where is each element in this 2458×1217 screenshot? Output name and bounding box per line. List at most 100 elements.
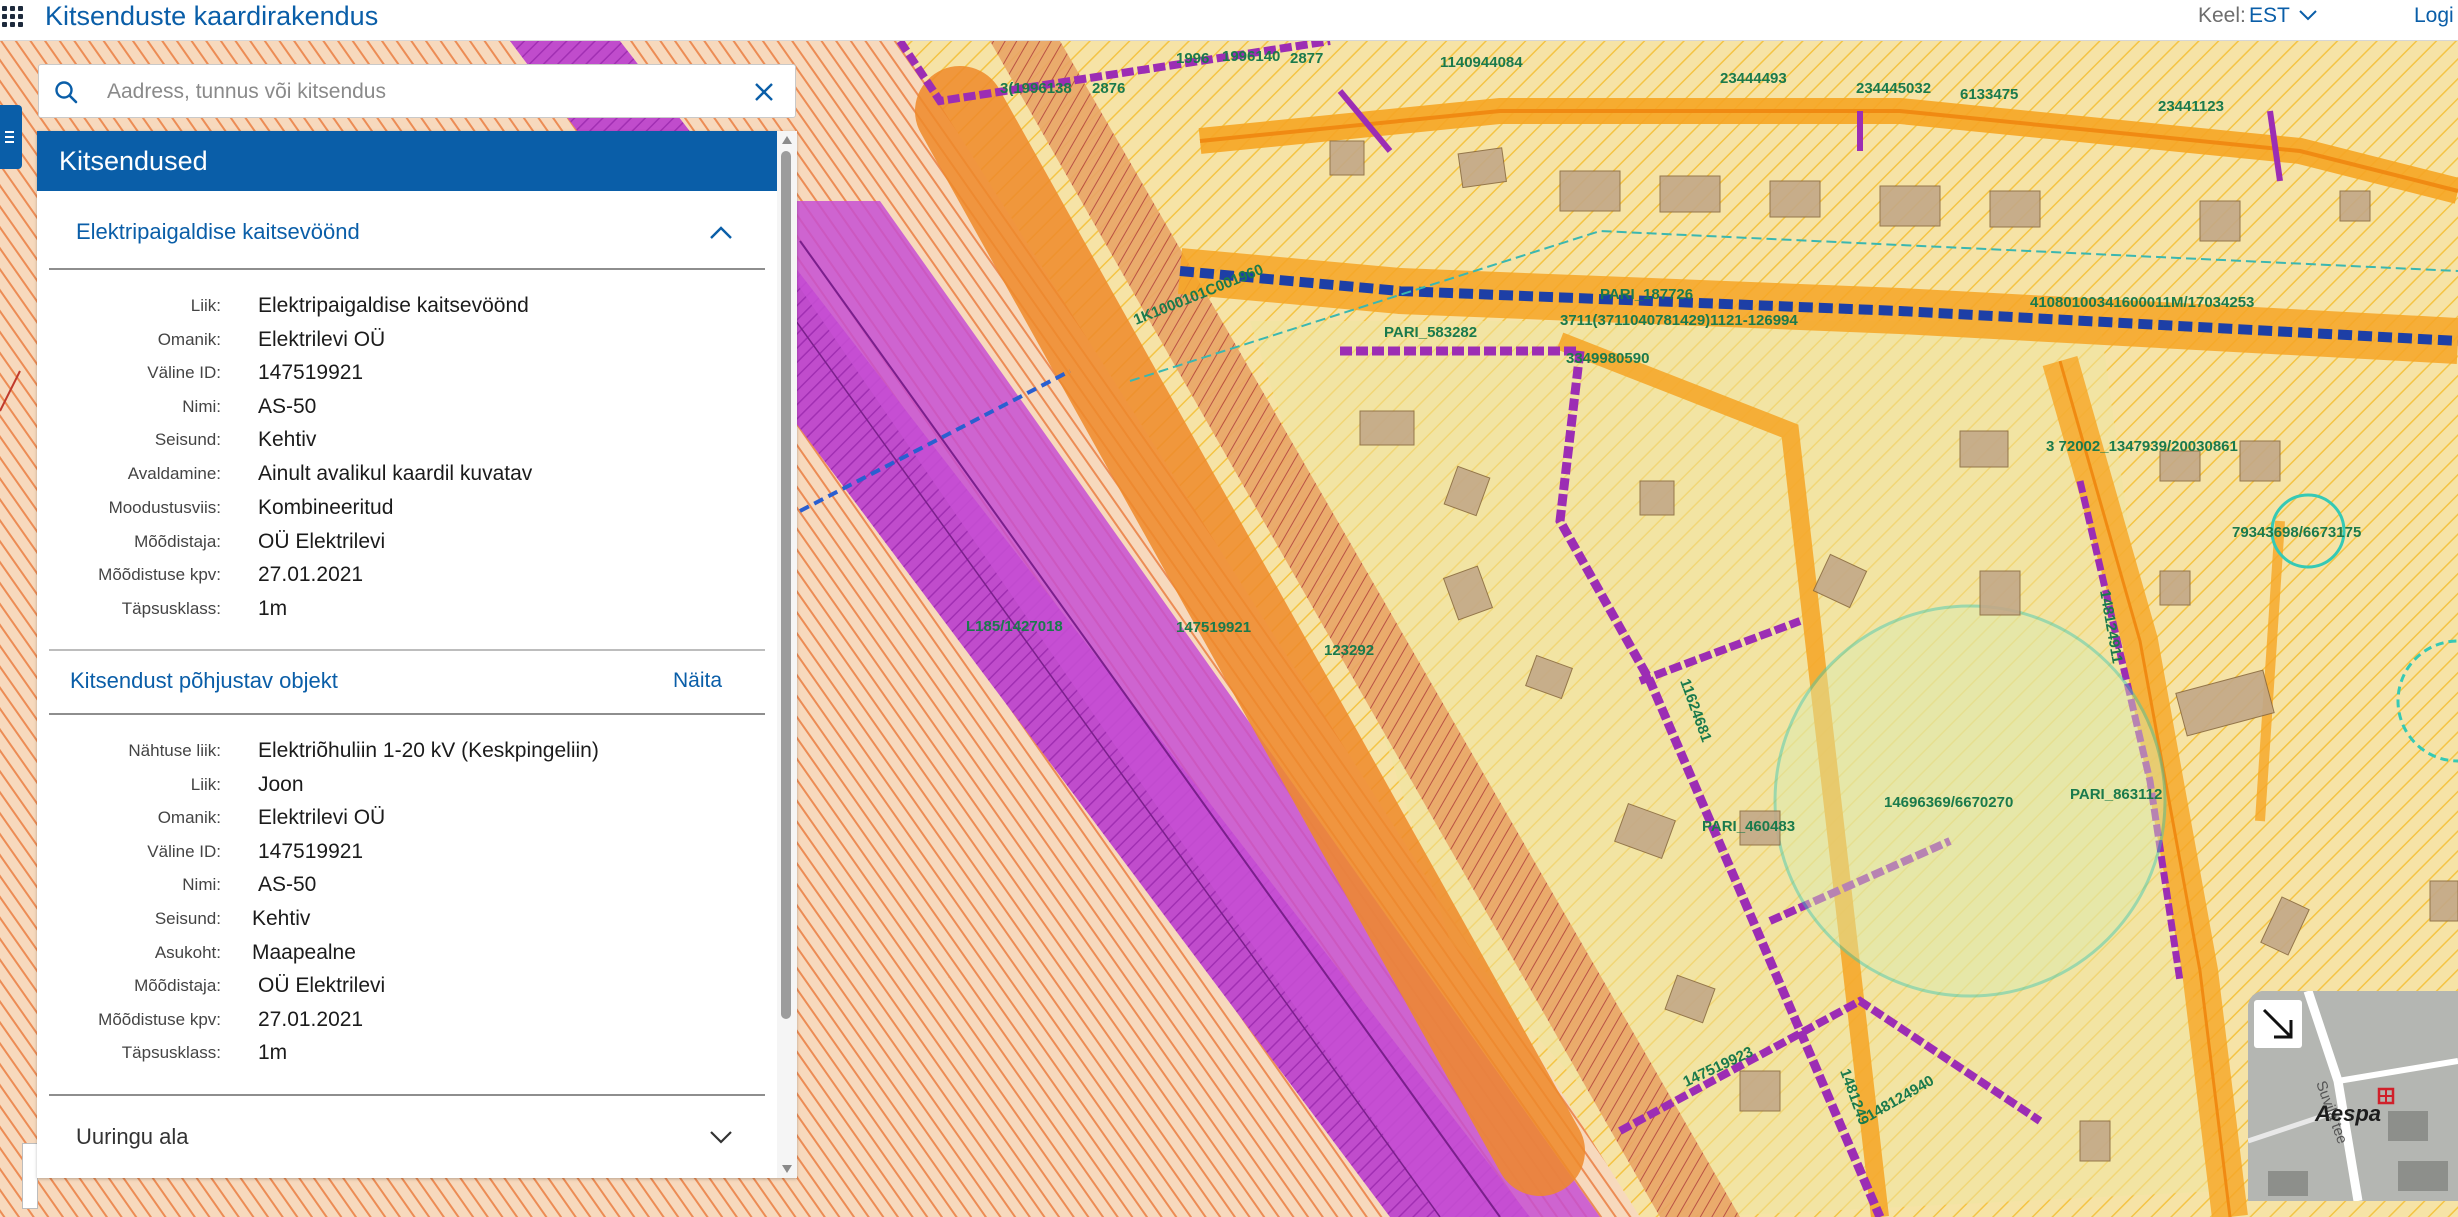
field-label: Seisund: bbox=[154, 909, 221, 928]
field-label: Mõõdistaja: bbox=[134, 532, 221, 551]
field-row: Omanik: Elektrilevi OÜ bbox=[37, 801, 777, 835]
close-icon[interactable] bbox=[753, 81, 775, 103]
field-label: Omanik: bbox=[157, 330, 221, 349]
search-input[interactable] bbox=[105, 73, 709, 111]
field-row: Seisund: Kehtiv bbox=[37, 423, 777, 457]
field-label: Mõõdistuse kpv: bbox=[98, 565, 221, 584]
field-value: Elektrilevi OÜ bbox=[258, 806, 386, 829]
field-label: Liik: bbox=[190, 296, 221, 315]
login-link[interactable]: Logi bbox=[2414, 2, 2454, 30]
field-row: Nimi: AS-50 bbox=[37, 868, 777, 902]
map-label: 147519921 bbox=[1176, 619, 1251, 636]
field-value: 1m bbox=[258, 1041, 288, 1064]
field-value: 147519921 bbox=[258, 361, 364, 384]
field-value: Maapealne bbox=[252, 941, 356, 964]
field-row: Nähtuse liik: Elektriõhuliin 1-20 kV (Ke… bbox=[37, 734, 777, 768]
map-control-stub[interactable] bbox=[22, 1143, 38, 1209]
scroll-down-arrow-icon[interactable] bbox=[781, 1164, 793, 1174]
map-label: 3(1996138 bbox=[1000, 80, 1072, 97]
arrow-diagonal-icon bbox=[2262, 1008, 2293, 1039]
field-row: Nimi: AS-50 bbox=[37, 390, 777, 424]
field-row: Moodustusviis: Kombineeritud bbox=[37, 491, 777, 525]
field-value: 27.01.2021 bbox=[258, 563, 364, 586]
map-label: PARI_583282 bbox=[1384, 324, 1477, 341]
field-row: Asukoht: Maapealne bbox=[37, 936, 777, 970]
scroll-up-arrow-icon[interactable] bbox=[781, 135, 793, 145]
section-divider bbox=[49, 1094, 765, 1096]
field-label: Liik: bbox=[190, 775, 221, 794]
apps-grid-icon[interactable] bbox=[2, 6, 24, 28]
field-value: 1m bbox=[258, 597, 288, 620]
field-value: 27.01.2021 bbox=[258, 1008, 364, 1031]
search-icon[interactable] bbox=[53, 79, 79, 105]
field-label: Täpsusklass: bbox=[121, 1043, 221, 1062]
restrictions-panel: Kitsendused Elektripaigaldise kaitsevöön… bbox=[37, 131, 797, 1178]
chevron-down-icon[interactable] bbox=[709, 1129, 733, 1145]
field-row: Seisund: Kehtiv bbox=[37, 902, 777, 936]
field-value: AS-50 bbox=[258, 873, 317, 896]
field-label: Nimi: bbox=[182, 397, 221, 416]
field-label: Täpsusklass: bbox=[121, 599, 221, 618]
section-survey-area-title[interactable]: Uuringu ala bbox=[76, 1124, 189, 1150]
chevron-down-icon[interactable] bbox=[2298, 8, 2318, 22]
field-row: Mõõdistuse kpv: 27.01.2021 bbox=[37, 1003, 777, 1037]
field-label: Nähtuse liik: bbox=[128, 741, 221, 760]
field-label: Nimi: bbox=[182, 875, 221, 894]
field-value: 147519921 bbox=[258, 840, 364, 863]
map-label: 23441123 bbox=[2158, 98, 2224, 115]
field-row: Täpsusklass: 1m bbox=[37, 1036, 777, 1070]
map-label: 234445032 bbox=[1856, 80, 1931, 97]
field-row: Liik: Joon bbox=[37, 768, 777, 802]
field-label: Mõõdistaja: bbox=[134, 976, 221, 995]
field-value: AS-50 bbox=[258, 395, 317, 418]
map-label: 1140944084 bbox=[1440, 54, 1523, 71]
map-label: PARI_187726 bbox=[1600, 286, 1693, 303]
map-label: 3711(3711040781429)1121-126994 bbox=[1560, 312, 1798, 329]
field-row: Mõõdistuse kpv: 27.01.2021 bbox=[37, 558, 777, 592]
panel-toggle-tab[interactable] bbox=[0, 105, 22, 169]
field-label: Väline ID: bbox=[147, 842, 221, 861]
map-label: 1996 bbox=[1176, 50, 1209, 67]
field-label: Moodustusviis: bbox=[108, 498, 221, 517]
language-select[interactable]: EST bbox=[2249, 2, 2290, 30]
top-bar: Kitsenduste kaardirakendus Keel: EST Log… bbox=[0, 0, 2458, 41]
field-value: Elektriõhuliin 1-20 kV (Keskpingeliin) bbox=[258, 739, 599, 762]
overview-collapse-button[interactable] bbox=[2254, 1000, 2302, 1048]
chevron-up-icon[interactable] bbox=[709, 225, 733, 241]
field-label: Avaldamine: bbox=[127, 464, 221, 483]
field-row: Liik: Elektripaigaldise kaitsevöönd bbox=[37, 289, 777, 323]
map-label: 14696369/6670270 bbox=[1884, 794, 2013, 811]
field-row: Väline ID: 147519921 bbox=[37, 835, 777, 869]
map-label: 1996140 bbox=[1222, 48, 1280, 65]
field-value: Kombineeritud bbox=[258, 496, 394, 519]
field-value: Elektrilevi OÜ bbox=[258, 328, 386, 351]
map-label: 3 72002_1347939/20030861 bbox=[2046, 438, 2238, 455]
field-label: Mõõdistuse kpv: bbox=[98, 1010, 221, 1029]
panel-title: Kitsendused bbox=[37, 131, 777, 191]
field-value: Ainult avalikul kaardil kuvatav bbox=[258, 462, 533, 485]
field-value: Kehtiv bbox=[252, 907, 311, 930]
map-label: 41080100341600011M/17034253 bbox=[2030, 294, 2254, 311]
map-label: 2877 bbox=[1290, 50, 1323, 67]
field-row: Mõõdistaja: OÜ Elektrilevi bbox=[37, 969, 777, 1003]
section-divider bbox=[49, 268, 765, 270]
field-row: Avaldamine: Ainult avalikul kaardil kuva… bbox=[37, 457, 777, 491]
field-value: Kehtiv bbox=[258, 428, 317, 451]
map-label: L185/1427018 bbox=[966, 618, 1063, 635]
app-title: Kitsenduste kaardirakendus bbox=[45, 1, 379, 31]
map-label: 2876 bbox=[1092, 80, 1125, 97]
map-label: 3349980590 bbox=[1566, 350, 1649, 367]
show-object-link[interactable]: Näita bbox=[673, 669, 722, 693]
section-restriction-title[interactable]: Elektripaigaldise kaitsevöönd bbox=[76, 219, 360, 245]
field-row: Omanik: Elektrilevi OÜ bbox=[37, 323, 777, 357]
field-label: Väline ID: bbox=[147, 363, 221, 382]
field-row: Mõõdistaja: OÜ Elektrilevi bbox=[37, 525, 777, 559]
overview-place-label: Aespa bbox=[2315, 1101, 2382, 1126]
field-row: Täpsusklass: 1m bbox=[37, 592, 777, 626]
scrollbar-thumb[interactable] bbox=[781, 151, 791, 1019]
map-label: 79343698/6673175 bbox=[2232, 524, 2361, 541]
field-value: OÜ Elektrilevi bbox=[258, 530, 386, 553]
map-label: 123292 bbox=[1324, 642, 1374, 659]
search-box bbox=[38, 64, 796, 118]
field-label: Omanik: bbox=[157, 808, 221, 827]
